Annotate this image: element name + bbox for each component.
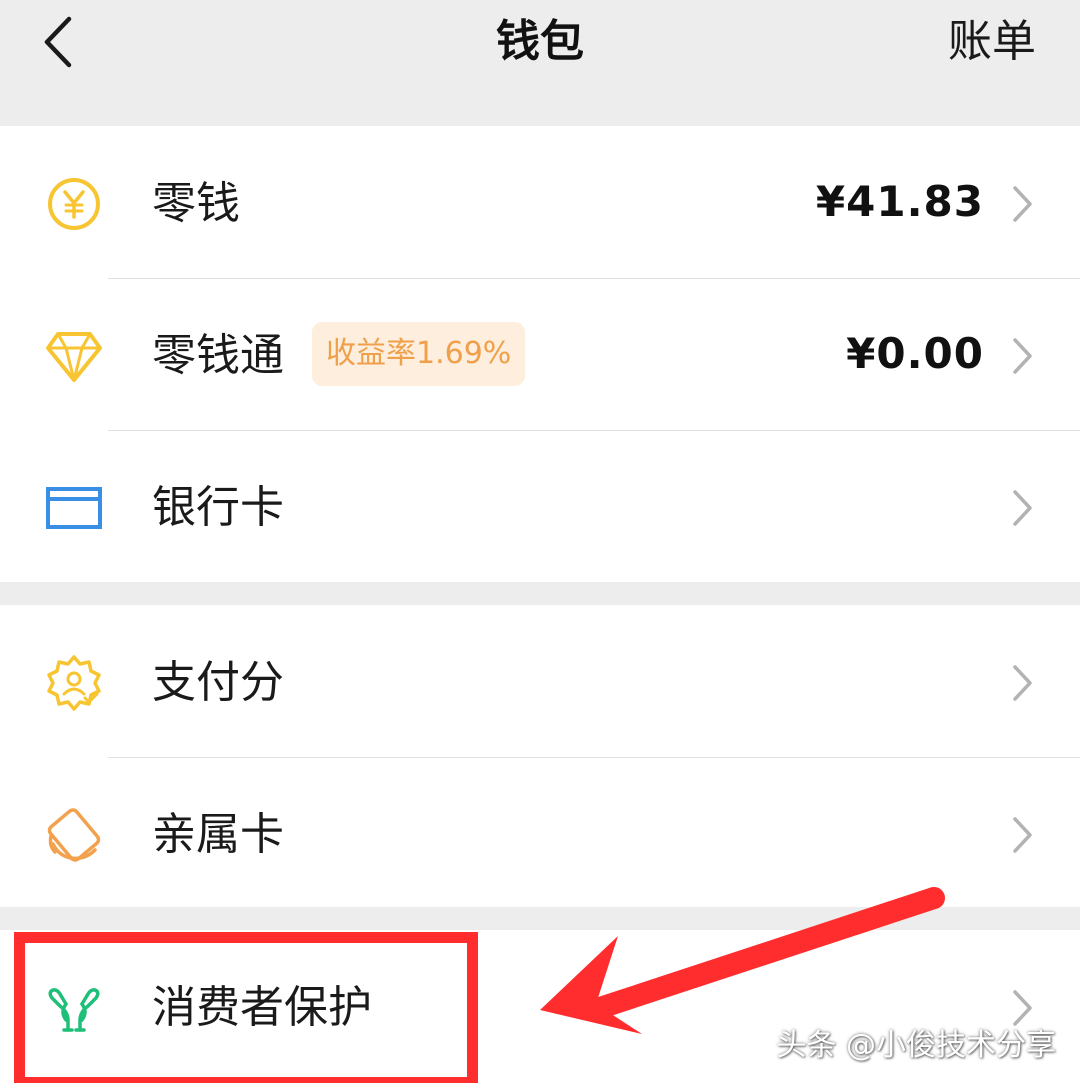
chevron-right-icon	[1013, 990, 1032, 1026]
bank-card-icon	[44, 478, 104, 538]
row-label: 零钱	[152, 178, 240, 229]
watermark: 头条 @小俊技术分享	[776, 1028, 1056, 1063]
chevron-right-icon	[1013, 186, 1032, 222]
row-label: 支付分	[152, 657, 284, 708]
row-change-pass[interactable]: 零钱通 收益率1.69% ¥0.00	[0, 278, 1080, 430]
yield-rate-badge: 收益率1.69%	[312, 322, 526, 386]
balance-group: 零钱 ¥41.83 零钱通 收益率1.69% ¥0.00 银行卡	[0, 126, 1080, 582]
chevron-right-icon	[1013, 817, 1032, 853]
chevron-right-icon	[1013, 490, 1032, 526]
protect-hands-icon	[44, 978, 104, 1038]
family-card-icon	[44, 805, 104, 865]
page-title: 钱包	[496, 16, 584, 67]
row-family-card[interactable]: 亲属卡	[0, 757, 1080, 909]
wallet-page: 钱包 账单 零钱 ¥41.83 零钱通 收益率1.69% ¥0.00 银行卡 支…	[0, 0, 1080, 1083]
diamond-icon	[44, 326, 104, 386]
services-group: 支付分 亲属卡	[0, 605, 1080, 907]
row-label: 银行卡	[152, 482, 284, 533]
yuan-coin-icon	[44, 174, 104, 234]
balance-value: ¥41.83	[815, 177, 984, 226]
row-change[interactable]: 零钱 ¥41.83	[0, 126, 1080, 278]
bill-button[interactable]: 账单	[948, 14, 1036, 70]
chevron-right-icon	[1013, 338, 1032, 374]
top-bar: 钱包 账单	[0, 0, 1080, 126]
row-label: 消费者保护	[152, 982, 372, 1033]
balance-value: ¥0.00	[846, 329, 984, 378]
chevron-right-icon	[1013, 665, 1032, 701]
row-bank-card[interactable]: 银行卡	[0, 430, 1080, 582]
credit-score-badge-icon	[44, 653, 104, 713]
row-pay-score[interactable]: 支付分	[0, 605, 1080, 757]
row-label: 亲属卡	[152, 809, 284, 860]
row-label: 零钱通	[152, 330, 284, 381]
